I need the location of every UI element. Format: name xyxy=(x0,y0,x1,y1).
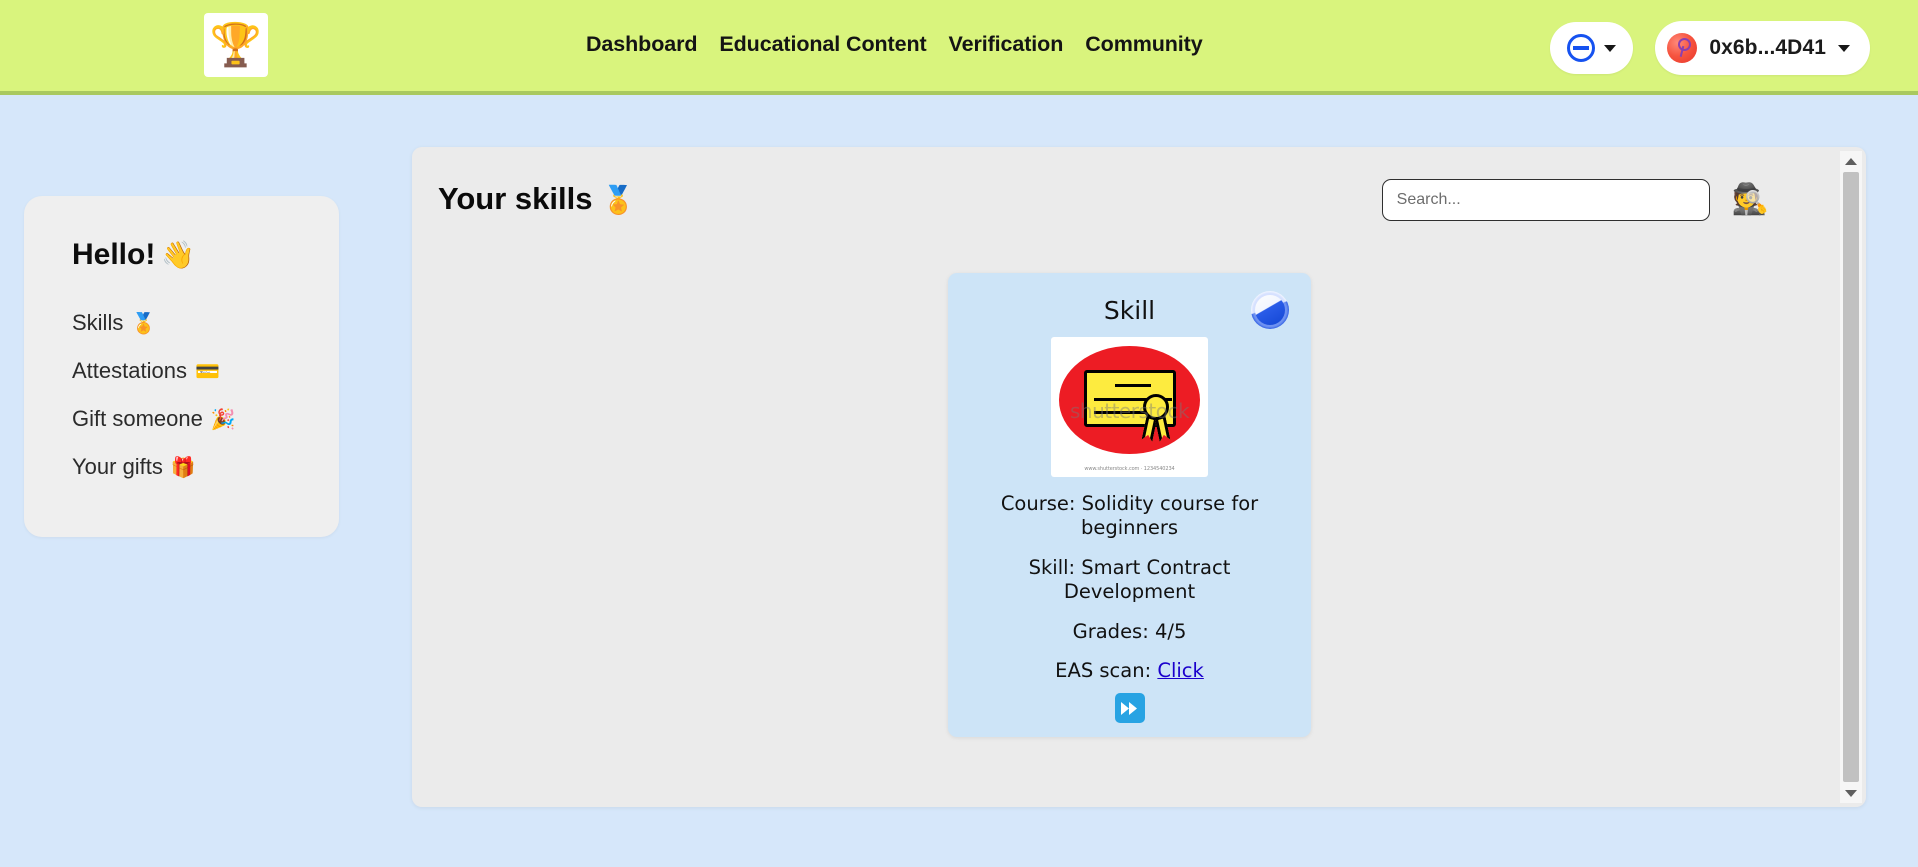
wallet-address-label: 0x6b...4D41 xyxy=(1709,36,1826,59)
scroll-down-arrow-icon[interactable] xyxy=(1840,783,1862,803)
detective-icon[interactable]: 🕵️ xyxy=(1732,185,1769,215)
party-popper-icon: 🎉 xyxy=(210,409,236,431)
medal-icon: 🏅 xyxy=(601,185,636,215)
chevron-down-icon xyxy=(1838,44,1850,52)
chevron-down-icon xyxy=(1604,44,1617,52)
skill-card-grades: Grades: 4/5 xyxy=(1072,619,1187,643)
nav-item-community[interactable]: Community xyxy=(1085,32,1202,57)
sidebar-item-your-gifts[interactable]: Your gifts 🎁 xyxy=(72,443,339,491)
nav-item-dashboard[interactable]: Dashboard xyxy=(586,32,698,57)
sidebar-item-label: Gift someone xyxy=(72,406,203,431)
nav-item-verification[interactable]: Verification xyxy=(949,32,1064,57)
greeting-text: Hello! xyxy=(72,238,156,271)
trophy-icon: 🏆 xyxy=(209,21,263,68)
page-title: Your skills 🏅 xyxy=(438,181,635,217)
sidebar-item-attestations[interactable]: Attestations 💳 xyxy=(72,347,339,395)
certificate-line xyxy=(1115,384,1151,388)
waving-hand-icon: 👋 xyxy=(161,240,195,270)
sidebar-greeting: Hello! 👋 xyxy=(72,238,339,272)
card-icon: 💳 xyxy=(194,361,220,383)
sidebar-panel: Hello! 👋 Skills 🏅 Attestations 💳 Gift someo… xyxy=(24,196,339,537)
top-header: 🏆 Dashboard Educational Content Verifica… xyxy=(0,0,1918,95)
header-actions: 0x6b...4D41 xyxy=(1550,21,1870,75)
certificate-image: shutterstock www.shutterstock.com · 1234… xyxy=(1051,337,1208,477)
sidebar-item-label: Your gifts xyxy=(72,454,163,479)
search-input[interactable] xyxy=(1381,179,1710,221)
sidebar-item-gift-someone[interactable]: Gift someone 🎉 xyxy=(72,395,339,443)
search-area: 🕵️ xyxy=(1381,179,1769,221)
image-watermark: shutterstock xyxy=(1069,399,1190,423)
main-content-panel: Your skills 🏅 🕵️ Skill shutterstock www.s… xyxy=(412,147,1866,807)
sidebar-item-label: Attestations xyxy=(72,358,187,383)
scroll-up-arrow-icon[interactable] xyxy=(1840,151,1862,171)
sidebar-item-label: Skills xyxy=(72,310,124,335)
panel-scrollbar[interactable] xyxy=(1840,151,1862,803)
skill-card-skill: Skill: Smart Contract Development xyxy=(1028,555,1231,604)
medal-icon: 🏅 xyxy=(131,313,157,335)
wallet-account-button[interactable]: 0x6b...4D41 xyxy=(1655,21,1870,75)
chain-selector-button[interactable] xyxy=(1550,22,1634,74)
page-title-text: Your skills xyxy=(438,181,593,216)
fast-forward-icon[interactable] xyxy=(1114,693,1145,724)
base-network-icon xyxy=(1251,291,1289,329)
app-logo[interactable]: 🏆 xyxy=(204,13,268,77)
skill-card-eas-row: EAS scan: Click xyxy=(970,659,1289,683)
nav-item-educational-content[interactable]: Educational Content xyxy=(719,32,926,57)
eas-scan-link[interactable]: Click xyxy=(1157,659,1203,682)
gift-icon: 🎁 xyxy=(170,457,196,479)
skill-card-title: Skill xyxy=(1103,295,1156,325)
sidebar-item-skills[interactable]: Skills 🏅 xyxy=(72,299,339,347)
skill-card[interactable]: Skill shutterstock www.shutterstock.com … xyxy=(948,273,1311,738)
main-navigation: Dashboard Educational Content Verificati… xyxy=(586,32,1203,57)
scrollbar-thumb[interactable] xyxy=(1843,172,1859,782)
image-credit: www.shutterstock.com · 1234540234 xyxy=(1084,466,1175,472)
skill-card-header: Skill xyxy=(970,291,1289,329)
wallet-avatar-icon xyxy=(1667,33,1698,63)
eas-scan-label: EAS scan: xyxy=(1055,658,1152,682)
skill-card-course: Course: Solidity course for beginners xyxy=(1000,492,1259,540)
chain-circle-icon xyxy=(1567,34,1596,62)
